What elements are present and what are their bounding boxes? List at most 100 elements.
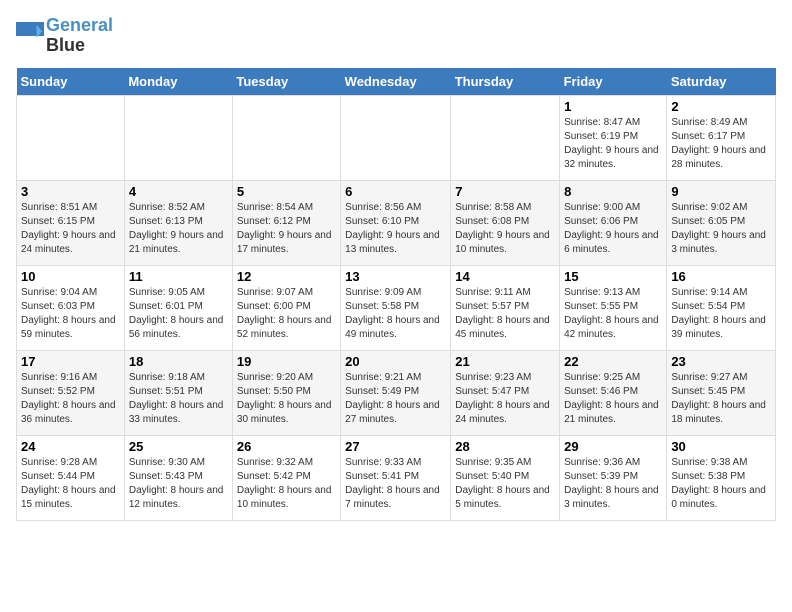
day-info: Sunrise: 9:04 AM Sunset: 6:03 PM Dayligh… [21, 286, 120, 342]
calendar-header-row: SundayMondayTuesdayWednesdayThursdayFrid… [17, 68, 776, 96]
calendar-cell: 20 Sunrise: 9:21 AM Sunset: 5:49 PM Dayli… [341, 350, 451, 435]
calendar-cell [232, 95, 340, 180]
day-number: 13 [345, 269, 446, 284]
day-info: Sunrise: 9:07 AM Sunset: 6:00 PM Dayligh… [237, 286, 336, 342]
calendar-cell: 12Sunrise: 9:07 AM Sunset: 6:00 PM Dayli… [232, 265, 340, 350]
day-info: Sunrise: 9:35 AM Sunset: 5:40 PM Dayligh… [455, 456, 555, 512]
calendar-cell: 13 Sunrise: 9:09 AM Sunset: 5:58 PM Dayli… [341, 265, 451, 350]
calendar-cell: 18 Sunrise: 9:18 AM Sunset: 5:51 PM Dayli… [124, 350, 232, 435]
calendar-cell: 10 Sunrise: 9:04 AM Sunset: 6:03 PM Dayli… [17, 265, 125, 350]
calendar-cell: 21 Sunrise: 9:23 AM Sunset: 5:47 PM Dayli… [451, 350, 560, 435]
day-of-week-header: Monday [124, 68, 232, 96]
calendar-cell: 16Sunrise: 9:14 AM Sunset: 5:54 PM Dayli… [667, 265, 776, 350]
day-of-week-header: Thursday [451, 68, 560, 96]
day-info: Sunrise: 9:28 AM Sunset: 5:44 PM Dayligh… [21, 456, 120, 512]
day-info: Sunrise: 8:52 AM Sunset: 6:13 PM Dayligh… [129, 201, 228, 257]
day-info: Sunrise: 9:09 AM Sunset: 5:58 PM Dayligh… [345, 286, 446, 342]
day-info: Sunrise: 9:05 AM Sunset: 6:01 PM Dayligh… [129, 286, 228, 342]
day-info: Sunrise: 9:33 AM Sunset: 5:41 PM Dayligh… [345, 456, 446, 512]
day-info: Sunrise: 8:56 AM Sunset: 6:10 PM Dayligh… [345, 201, 446, 257]
day-info: Sunrise: 9:02 AM Sunset: 6:05 PM Dayligh… [671, 201, 771, 257]
day-number: 21 [455, 354, 555, 369]
day-info: Sunrise: 8:54 AM Sunset: 6:12 PM Dayligh… [237, 201, 336, 257]
day-info: Sunrise: 9:30 AM Sunset: 5:43 PM Dayligh… [129, 456, 228, 512]
logo-text: GeneralBlue [46, 16, 113, 56]
day-info: Sunrise: 9:16 AM Sunset: 5:52 PM Dayligh… [21, 371, 120, 427]
calendar-cell [17, 95, 125, 180]
day-number: 11 [129, 269, 228, 284]
day-number: 10 [21, 269, 120, 284]
day-of-week-header: Friday [560, 68, 667, 96]
day-number: 25 [129, 439, 228, 454]
calendar-cell [341, 95, 451, 180]
calendar-cell: 3 Sunrise: 8:51 AM Sunset: 6:15 PM Daylig… [17, 180, 125, 265]
calendar-cell: 28 Sunrise: 9:35 AM Sunset: 5:40 PM Dayli… [451, 435, 560, 520]
calendar-cell: 7 Sunrise: 8:58 AM Sunset: 6:08 PM Daylig… [451, 180, 560, 265]
calendar-table: SundayMondayTuesdayWednesdayThursdayFrid… [16, 68, 776, 521]
day-number: 1 [564, 99, 662, 114]
day-info: Sunrise: 9:38 AM Sunset: 5:38 PM Dayligh… [671, 456, 771, 512]
day-number: 7 [455, 184, 555, 199]
calendar-cell: 23Sunrise: 9:27 AM Sunset: 5:45 PM Dayli… [667, 350, 776, 435]
calendar-week-row: 17 Sunrise: 9:16 AM Sunset: 5:52 PM Dayli… [17, 350, 776, 435]
day-number: 30 [671, 439, 771, 454]
day-info: Sunrise: 9:25 AM Sunset: 5:46 PM Dayligh… [564, 371, 662, 427]
day-number: 16 [671, 269, 771, 284]
day-number: 29 [564, 439, 662, 454]
calendar-cell [124, 95, 232, 180]
day-of-week-header: Saturday [667, 68, 776, 96]
day-number: 14 [455, 269, 555, 284]
calendar-cell: 8 Sunrise: 9:00 AM Sunset: 6:06 PM Daylig… [560, 180, 667, 265]
calendar-cell: 2 Sunrise: 8:49 AM Sunset: 6:17 PM Daylig… [667, 95, 776, 180]
day-info: Sunrise: 9:32 AM Sunset: 5:42 PM Dayligh… [237, 456, 336, 512]
calendar-week-row: 24 Sunrise: 9:28 AM Sunset: 5:44 PM Dayli… [17, 435, 776, 520]
day-info: Sunrise: 9:13 AM Sunset: 5:55 PM Dayligh… [564, 286, 662, 342]
day-info: Sunrise: 9:11 AM Sunset: 5:57 PM Dayligh… [455, 286, 555, 342]
day-of-week-header: Tuesday [232, 68, 340, 96]
day-number: 24 [21, 439, 120, 454]
calendar-cell: 4 Sunrise: 8:52 AM Sunset: 6:13 PM Daylig… [124, 180, 232, 265]
calendar-cell: 27 Sunrise: 9:33 AM Sunset: 5:41 PM Dayli… [341, 435, 451, 520]
day-info: Sunrise: 8:51 AM Sunset: 6:15 PM Dayligh… [21, 201, 120, 257]
calendar-cell: 22 Sunrise: 9:25 AM Sunset: 5:46 PM Dayli… [560, 350, 667, 435]
calendar-cell: 19Sunrise: 9:20 AM Sunset: 5:50 PM Dayli… [232, 350, 340, 435]
day-number: 22 [564, 354, 662, 369]
day-info: Sunrise: 9:18 AM Sunset: 5:51 PM Dayligh… [129, 371, 228, 427]
day-info: Sunrise: 8:47 AM Sunset: 6:19 PM Dayligh… [564, 116, 662, 172]
calendar-cell: 30 Sunrise: 9:38 AM Sunset: 5:38 PM Dayli… [667, 435, 776, 520]
day-number: 26 [237, 439, 336, 454]
calendar-week-row: 3 Sunrise: 8:51 AM Sunset: 6:15 PM Daylig… [17, 180, 776, 265]
day-number: 2 [671, 99, 771, 114]
calendar-week-row: 10 Sunrise: 9:04 AM Sunset: 6:03 PM Dayli… [17, 265, 776, 350]
day-number: 8 [564, 184, 662, 199]
day-number: 17 [21, 354, 120, 369]
logo: GeneralBlue [16, 16, 113, 56]
day-number: 3 [21, 184, 120, 199]
day-number: 18 [129, 354, 228, 369]
calendar-cell: 14 Sunrise: 9:11 AM Sunset: 5:57 PM Dayli… [451, 265, 560, 350]
calendar-cell: 29Sunrise: 9:36 AM Sunset: 5:39 PM Dayli… [560, 435, 667, 520]
day-number: 28 [455, 439, 555, 454]
calendar-cell: 1 Sunrise: 8:47 AM Sunset: 6:19 PM Daylig… [560, 95, 667, 180]
calendar-cell: 24 Sunrise: 9:28 AM Sunset: 5:44 PM Dayli… [17, 435, 125, 520]
day-number: 4 [129, 184, 228, 199]
day-info: Sunrise: 8:49 AM Sunset: 6:17 PM Dayligh… [671, 116, 771, 172]
calendar-cell: 26 Sunrise: 9:32 AM Sunset: 5:42 PM Dayli… [232, 435, 340, 520]
calendar-cell: 17 Sunrise: 9:16 AM Sunset: 5:52 PM Dayli… [17, 350, 125, 435]
day-number: 6 [345, 184, 446, 199]
day-info: Sunrise: 8:58 AM Sunset: 6:08 PM Dayligh… [455, 201, 555, 257]
day-info: Sunrise: 9:23 AM Sunset: 5:47 PM Dayligh… [455, 371, 555, 427]
calendar-week-row: 1 Sunrise: 8:47 AM Sunset: 6:19 PM Daylig… [17, 95, 776, 180]
day-number: 27 [345, 439, 446, 454]
day-number: 20 [345, 354, 446, 369]
day-of-week-header: Wednesday [341, 68, 451, 96]
day-of-week-header: Sunday [17, 68, 125, 96]
day-info: Sunrise: 9:00 AM Sunset: 6:06 PM Dayligh… [564, 201, 662, 257]
calendar-cell: 11 Sunrise: 9:05 AM Sunset: 6:01 PM Dayli… [124, 265, 232, 350]
day-number: 9 [671, 184, 771, 199]
page-header: GeneralBlue [16, 16, 776, 56]
calendar-cell: 5 Sunrise: 8:54 AM Sunset: 6:12 PM Daylig… [232, 180, 340, 265]
day-number: 5 [237, 184, 336, 199]
calendar-cell [451, 95, 560, 180]
day-info: Sunrise: 9:21 AM Sunset: 5:49 PM Dayligh… [345, 371, 446, 427]
